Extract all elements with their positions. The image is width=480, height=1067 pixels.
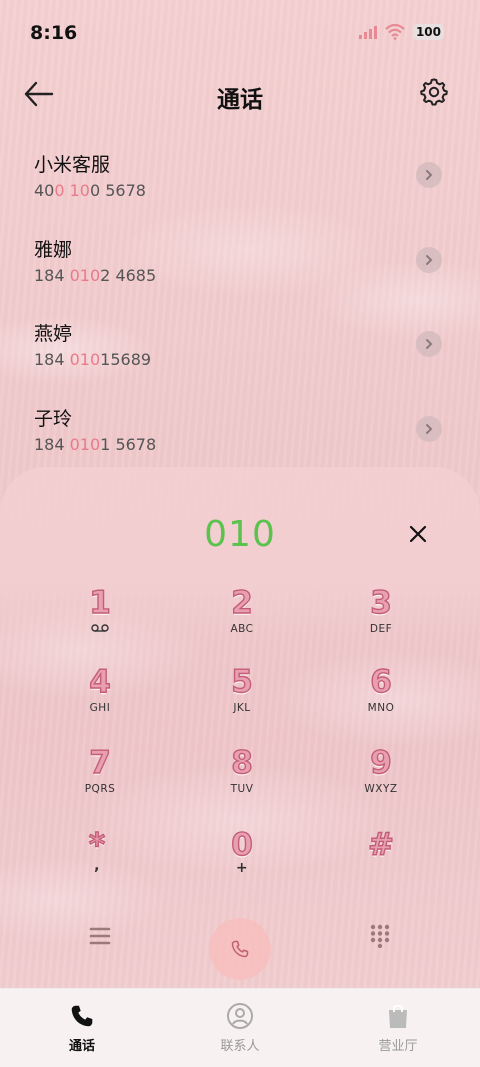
nav-label: 联系人: [220, 1039, 260, 1054]
menu-icon: [89, 927, 111, 945]
contact-list: 小米客服 400 100 5678 雅娜 184 0102 4685 燕婷 18…: [0, 142, 480, 480]
contact-number: 184 0102 4685: [34, 265, 157, 285]
nav-tab-store[interactable]: 营业厅: [353, 1001, 443, 1054]
contact-name: 燕婷: [34, 323, 73, 345]
key-0[interactable]: 0 +: [187, 826, 297, 896]
key-9[interactable]: 9 WXYZ: [326, 744, 436, 814]
key-1[interactable]: 1: [45, 584, 155, 654]
signal-icon: [358, 25, 377, 39]
contact-name: 小米客服: [34, 154, 111, 176]
person-icon: [227, 1003, 253, 1029]
menu-button[interactable]: [88, 924, 112, 948]
phone-icon: [71, 1005, 93, 1027]
settings-button[interactable]: [420, 78, 450, 108]
contact-name: 子玲: [34, 407, 73, 430]
status-bar: 8:16 100: [0, 0, 480, 68]
chevron-right-icon: [426, 339, 433, 349]
shopping-bag-icon: [389, 1004, 407, 1028]
contact-item[interactable]: 雅娜 184 0102 4685: [0, 227, 480, 312]
contact-detail-button[interactable]: [416, 331, 442, 357]
contact-item[interactable]: 小米客服 400 100 5678: [0, 142, 480, 227]
battery-indicator: 100: [412, 24, 444, 40]
keypad-toggle-button[interactable]: [370, 924, 392, 949]
contact-detail-button[interactable]: [416, 246, 442, 273]
gear-icon: [420, 78, 448, 106]
status-icons: 100: [358, 24, 444, 40]
nav-tab-calls[interactable]: 通话: [37, 1001, 127, 1054]
contact-name: 雅娜: [34, 238, 73, 261]
contact-number: 184 01015689: [34, 350, 152, 369]
nav-label: 营业厅: [378, 1039, 418, 1054]
contact-item[interactable]: 燕婷 184 01015689: [0, 311, 480, 396]
key-7[interactable]: 7 PQRS: [45, 744, 155, 814]
key-8[interactable]: 8 TUV: [187, 744, 297, 814]
contact-number: 184 0101 5678: [34, 434, 157, 454]
clear-button[interactable]: [406, 522, 430, 546]
status-time: 8:16: [30, 22, 78, 44]
chevron-right-icon: [426, 423, 433, 434]
dialpad-icon: [370, 924, 390, 949]
contact-number: 400 100 5678: [34, 181, 146, 200]
voicemail-icon: [45, 623, 155, 636]
contact-detail-button[interactable]: [416, 415, 442, 442]
chevron-right-icon: [426, 170, 433, 180]
close-icon: [409, 525, 427, 543]
chevron-right-icon: [426, 254, 433, 265]
key-3[interactable]: 3 DEF: [326, 584, 436, 654]
contact-detail-button[interactable]: [416, 162, 442, 188]
page-title: 通话: [217, 87, 263, 113]
key-4[interactable]: 4 GHI: [45, 663, 155, 733]
bottom-nav: 通话 联系人 营业厅: [0, 988, 480, 1067]
key-6[interactable]: 6 MNO: [326, 663, 436, 733]
nav-tab-contacts[interactable]: 联系人: [195, 1001, 285, 1054]
phone-icon: [231, 940, 249, 958]
call-button[interactable]: [209, 918, 271, 980]
wifi-icon: [385, 24, 405, 40]
key-star[interactable]: * ,: [42, 826, 152, 896]
key-5[interactable]: 5 JKL: [187, 663, 297, 733]
header: 通话: [0, 70, 480, 120]
nav-label: 通话: [68, 1039, 95, 1054]
key-2[interactable]: 2 ABC: [187, 584, 297, 654]
key-hash[interactable]: #: [326, 826, 436, 896]
